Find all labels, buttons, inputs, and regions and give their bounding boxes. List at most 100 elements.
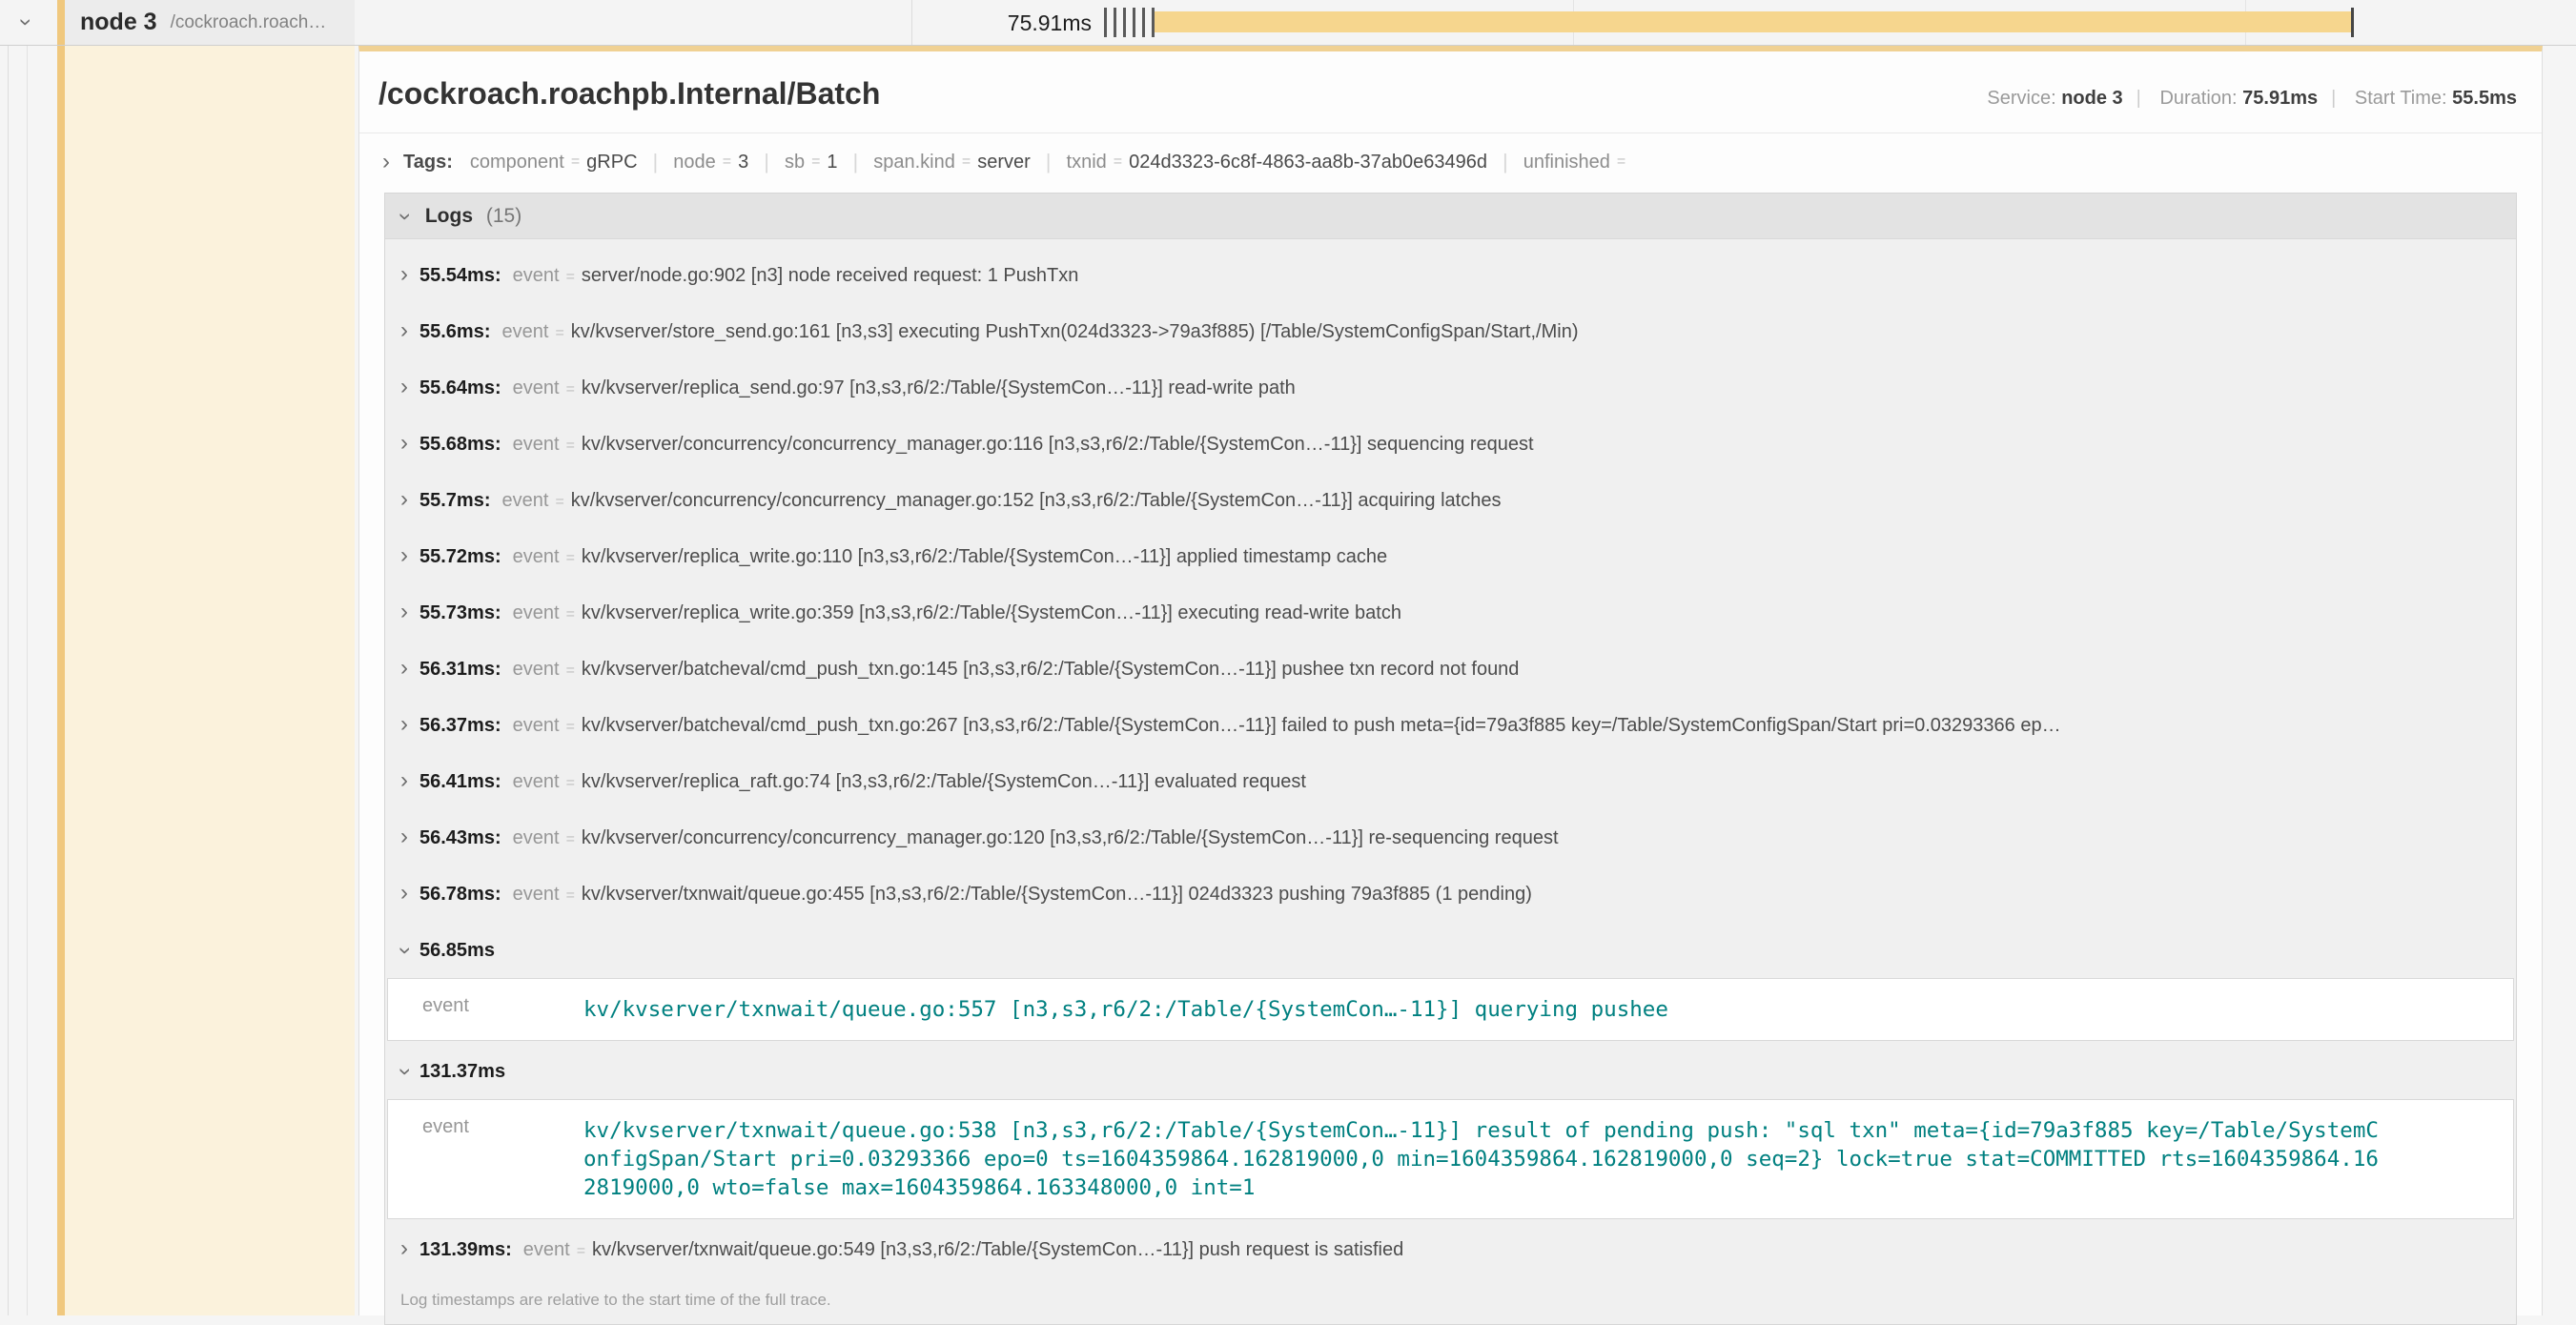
log-entry[interactable]: ›56.37ms:event=kv/kvserver/batcheval/cmd… [385, 697, 2516, 753]
detail-row-accent-column [57, 46, 355, 1315]
chevron-right-icon: › [400, 488, 408, 511]
log-tick-marks [1104, 8, 1155, 37]
equals-sign: = [566, 775, 575, 791]
chevron-right-icon: › [400, 601, 408, 623]
log-field-value: server/node.go:902 [n3] node received re… [582, 265, 1078, 286]
log-timestamp: 55.68ms: [419, 434, 501, 455]
logs-count: (15) [486, 205, 521, 227]
equals-sign: = [566, 381, 575, 398]
span-title: /cockroach.roachpb.Internal/Batch [378, 76, 880, 112]
tag-separator: | [853, 150, 859, 174]
log-field-value: kv/kvserver/batcheval/cmd_push_txn.go:14… [582, 659, 1520, 680]
chevron-right-icon: › [400, 544, 408, 567]
span-name-cell[interactable]: node 3 /cockroach.roach… [57, 0, 355, 45]
logs-footer-note: Log timestamps are relative to the start… [385, 1277, 2516, 1324]
span-bar-row[interactable]: › node 3 /cockroach.roach… 75.91ms [0, 0, 2576, 46]
log-field-key: event [388, 1116, 583, 1202]
log-entry[interactable]: ›55.6ms:event=kv/kvserver/store_send.go:… [385, 303, 2516, 359]
service-value: node 3 [2061, 88, 2122, 109]
equals-sign: = [566, 606, 575, 622]
tag-key: component [470, 152, 564, 173]
span-detail-header: /cockroach.roachpb.Internal/Batch Servic… [359, 51, 2542, 133]
log-field-value: kv/kvserver/txnwait/queue.go:455 [n3,s3,… [582, 884, 1532, 905]
log-field-key: event [513, 602, 560, 623]
tags-label: Tags: [403, 152, 453, 173]
log-timestamp: 131.39ms: [419, 1239, 512, 1260]
log-timestamp: 56.31ms: [419, 659, 501, 680]
log-entry[interactable]: › 55.73ms: event = kv/kvserver/replica_write… [385, 584, 2516, 641]
log-entry[interactable]: ›55.72ms:event=kv/kvserver/replica_write… [385, 528, 2516, 584]
chevron-down-icon: › [394, 213, 417, 220]
log-timestamp: 56.37ms: [419, 715, 501, 736]
log-field-value: kv/kvserver/replica_send.go:97 [n3,s3,r6… [582, 377, 1296, 398]
equals-sign: = [577, 1243, 585, 1259]
log-entry-detail-card: event kv/kvserver/txnwait/queue.go:557 [… [387, 978, 2514, 1041]
log-field-value: kv/kvserver/txnwait/queue.go:557 [n3,s3,… [583, 995, 2385, 1024]
equals-sign: = [566, 887, 575, 904]
log-entry[interactable]: ›55.7ms:event=kv/kvserver/concurrency/co… [385, 472, 2516, 528]
log-timestamp: 55.54ms: [419, 265, 501, 286]
log-field-value: kv/kvserver/txnwait/queue.go:549 [n3,s3,… [592, 1239, 1403, 1260]
log-field-value: kv/kvserver/concurrency/concurrency_mana… [582, 827, 1559, 848]
tag-key: sb [785, 152, 805, 173]
log-field-key: event [513, 715, 560, 736]
log-entry[interactable]: ›56.78ms:event=kv/kvserver/txnwait/queue… [385, 866, 2516, 922]
logs-title: Logs [425, 205, 473, 227]
span-meta: Service: node 3| Duration: 75.91ms| Star… [1987, 88, 2517, 110]
equals-sign: = [555, 494, 563, 510]
equals-sign: = [566, 438, 575, 454]
log-field-key: event [502, 490, 549, 511]
logs-accordion: › Logs (15) › 55.54ms: event = server/node.g… [384, 193, 2517, 1325]
meta-separator: | [2331, 88, 2336, 109]
chevron-right-icon: › [400, 826, 408, 848]
chevron-down-icon: › [394, 947, 417, 954]
log-field-value: kv/kvserver/txnwait/queue.go:538 [n3,s3,… [583, 1116, 2385, 1202]
log-field-key: event [388, 995, 583, 1024]
log-entry[interactable]: › 55.64ms: event = kv/kvserver/replica_send.… [385, 359, 2516, 416]
log-entry[interactable]: ›55.68ms:event=kv/kvserver/concurrency/c… [385, 416, 2516, 472]
log-field-key: event [502, 321, 549, 342]
chevron-right-icon: › [400, 657, 408, 680]
tags-accordion-toggle[interactable]: › Tags: component=gRPC | node=3 | sb=1 |… [359, 133, 2542, 189]
log-field-value: kv/kvserver/replica_write.go:359 [n3,s3,… [582, 602, 1401, 623]
log-field-value: kv/kvserver/replica_write.go:110 [n3,s3,… [582, 546, 1387, 567]
log-entry[interactable]: ›56.31ms:event=kv/kvserver/batcheval/cmd… [385, 641, 2516, 697]
duration-value: 75.91ms [2242, 88, 2318, 109]
equals-sign: = [962, 153, 971, 171]
span-duration-bar[interactable] [1155, 11, 2351, 32]
log-entry[interactable]: ›55.54ms:event=server/node.go:902 [n3] n… [385, 247, 2516, 303]
log-field-key: event [513, 434, 560, 455]
equals-sign: = [566, 831, 575, 847]
tag-value: 024d3323-6c8f-4863-aa8b-37ab0e63496d [1129, 152, 1487, 173]
log-timestamp: 55.72ms: [419, 546, 501, 567]
start-time-label: Start Time: [2355, 88, 2447, 109]
equals-sign: = [566, 550, 575, 566]
duration-label: Duration: [2159, 88, 2237, 109]
log-entry[interactable]: ›56.41ms:event=kv/kvserver/replica_raft.… [385, 753, 2516, 809]
tag-value: server [977, 152, 1031, 173]
tag-value: 3 [738, 152, 748, 173]
log-entry[interactable]: ›131.39ms:event=kv/kvserver/txnwait/queu… [385, 1221, 2516, 1277]
log-timestamp: 131.37ms [419, 1061, 505, 1082]
chevron-right-icon: › [400, 432, 408, 455]
tag-separator: | [1503, 150, 1508, 174]
start-time-value: 55.5ms [2452, 88, 2517, 109]
tag-key: txnid [1067, 152, 1107, 173]
log-field-key: event [513, 377, 560, 398]
log-entry-expanded-toggle[interactable]: ›56.85ms [385, 922, 2516, 974]
collapse-children-chevron-icon[interactable]: › [14, 18, 37, 26]
chevron-right-icon: › [400, 263, 408, 286]
span-duration-label: 75.91ms [963, 10, 1092, 36]
log-timestamp: 55.7ms: [419, 490, 491, 511]
log-timestamp: 55.73ms: [419, 602, 501, 623]
equals-sign: = [566, 269, 575, 285]
log-timestamp: 55.64ms: [419, 377, 501, 398]
equals-sign: = [566, 662, 575, 679]
logs-accordion-toggle[interactable]: › Logs (15) [385, 194, 2516, 239]
log-entry[interactable]: ›56.43ms:event=kv/kvserver/concurrency/c… [385, 809, 2516, 866]
log-entry-expanded-toggle[interactable]: ›131.37ms [385, 1043, 2516, 1095]
equals-sign: = [571, 153, 580, 171]
chevron-right-icon: › [400, 376, 408, 398]
chevron-right-icon: › [400, 882, 408, 905]
log-field-key: event [513, 771, 560, 792]
